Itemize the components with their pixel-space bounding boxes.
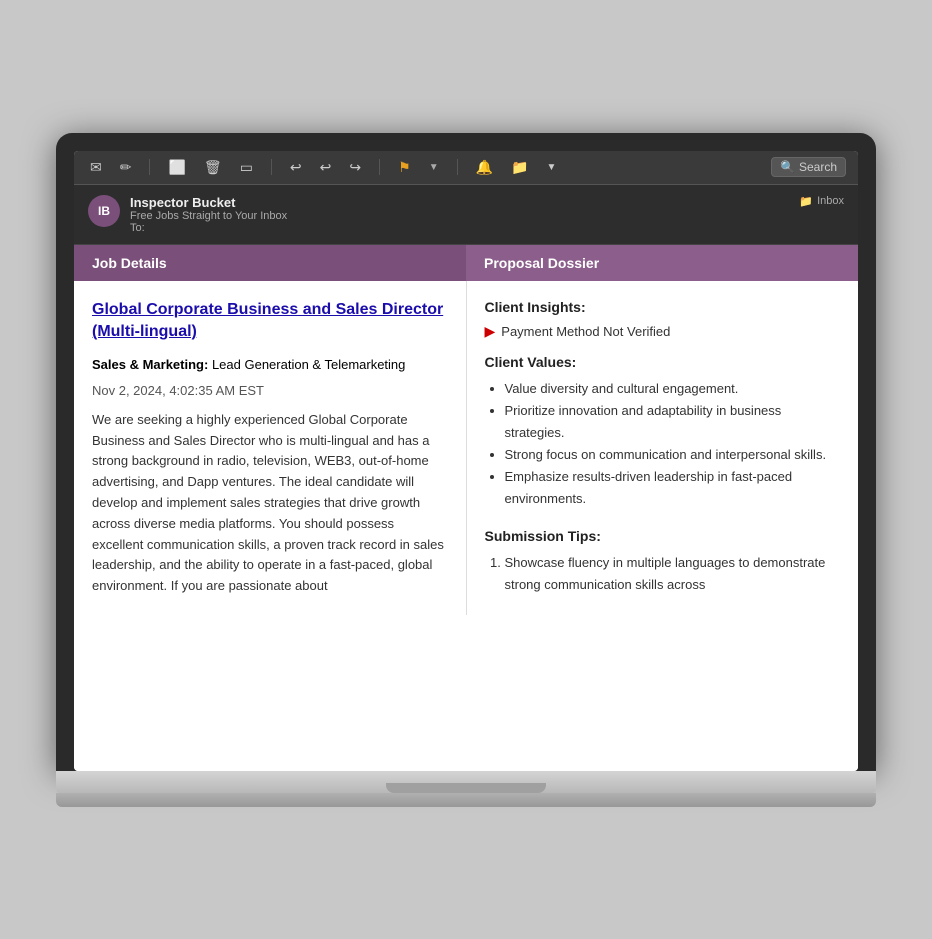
flag-icon[interactable]: ⚑	[394, 157, 415, 178]
job-category: Sales & Marketing: Lead Generation & Tel…	[92, 355, 448, 375]
payment-warning: ▶ Payment Method Not Verified	[485, 323, 841, 340]
laptop-foot	[56, 793, 876, 807]
list-item: Prioritize innovation and adaptability i…	[505, 400, 841, 444]
sender-name: Inspector Bucket	[130, 195, 287, 210]
notification-icon[interactable]: 🔔	[472, 157, 497, 178]
archive-icon[interactable]: ⬜	[164, 157, 189, 178]
proposal-column: Client Insights: ▶ Payment Method Not Ve…	[466, 281, 858, 615]
search-label: Search	[799, 160, 837, 174]
sender-to: To:	[130, 222, 287, 234]
submission-tips-section: Submission Tips: Showcase fluency in mul…	[485, 528, 841, 596]
toolbar-separator-1	[149, 159, 150, 175]
client-insights-title: Client Insights:	[485, 299, 841, 315]
sender-info: Inspector Bucket Free Jobs Straight to Y…	[130, 195, 287, 234]
folder-icon[interactable]: 📁	[507, 157, 532, 178]
laptop-base	[56, 771, 876, 793]
search-icon: 🔍	[780, 160, 795, 174]
mark-icon[interactable]: ▭	[236, 157, 257, 178]
proposal-content: Client Insights: ▶ Payment Method Not Ve…	[467, 281, 859, 615]
screen: ✉ ✏ ⬜ 🗑 ▭ ↩ ↩ ↪ ⚑ ▼ 🔔 📁 ▼ 🔍 Search	[74, 151, 858, 771]
sender-block: IB Inspector Bucket Free Jobs Straight t…	[88, 195, 287, 234]
job-category-label: Sales & Marketing:	[92, 357, 208, 372]
job-description: We are seeking a highly experienced Glob…	[92, 410, 448, 597]
flag-dropdown-icon[interactable]: ▼	[425, 160, 443, 175]
email-body[interactable]: Job Details Proposal Dossier	[74, 245, 858, 771]
email-header: IB Inspector Bucket Free Jobs Straight t…	[74, 185, 858, 245]
search-box[interactable]: 🔍 Search	[771, 157, 846, 177]
laptop-frame: ✉ ✏ ⬜ 🗑 ▭ ↩ ↩ ↪ ⚑ ▼ 🔔 📁 ▼ 🔍 Search	[56, 133, 876, 807]
list-item: Value diversity and cultural engagement.	[505, 378, 841, 400]
sender-subtitle: Free Jobs Straight to Your Inbox	[130, 210, 287, 222]
reply-all-icon[interactable]: ↩	[316, 157, 336, 178]
job-details-column: Global Corporate Business and Sales Dire…	[74, 281, 466, 615]
folder-icon-small: 📁	[799, 195, 813, 208]
job-details-content: Global Corporate Business and Sales Dire…	[74, 281, 466, 615]
list-item: Showcase fluency in multiple languages t…	[505, 552, 841, 596]
avatar: IB	[88, 195, 120, 227]
toolbar-separator-2	[271, 159, 272, 175]
client-values-title: Client Values:	[485, 354, 841, 370]
toolbar-separator-4	[457, 159, 458, 175]
payment-warning-text: Payment Method Not Verified	[501, 324, 670, 339]
edit-icon[interactable]: ✏	[116, 157, 136, 178]
toolbar-separator-3	[379, 159, 380, 175]
tips-list: Showcase fluency in multiple languages t…	[485, 552, 841, 596]
warning-icon: ▶	[485, 323, 496, 340]
screen-bezel: ✉ ✏ ⬜ 🗑 ▭ ↩ ↩ ↪ ⚑ ▼ 🔔 📁 ▼ 🔍 Search	[56, 133, 876, 771]
delete-icon[interactable]: 🗑	[200, 157, 226, 178]
email-toolbar: ✉ ✏ ⬜ 🗑 ▭ ↩ ↩ ↪ ⚑ ▼ 🔔 📁 ▼ 🔍 Search	[74, 151, 858, 185]
proposal-header: Proposal Dossier	[466, 245, 858, 281]
client-values-list: Value diversity and cultural engagement.…	[485, 378, 841, 511]
list-item: Emphasize results-driven leadership in f…	[505, 466, 841, 510]
submission-tips-title: Submission Tips:	[485, 528, 841, 544]
folder-dropdown-icon[interactable]: ▼	[542, 160, 560, 175]
forward-icon[interactable]: ↪	[345, 157, 365, 178]
list-item: Strong focus on communication and interp…	[505, 444, 841, 466]
job-details-header: Job Details	[74, 245, 466, 281]
compose-icon[interactable]: ✉	[86, 157, 106, 178]
job-date: Nov 2, 2024, 4:02:35 AM EST	[92, 383, 448, 398]
job-title-link[interactable]: Global Corporate Business and Sales Dire…	[92, 299, 448, 344]
folder-label: 📁 Inbox	[799, 195, 844, 208]
content-table: Job Details Proposal Dossier	[74, 245, 858, 615]
reply-icon[interactable]: ↩	[286, 157, 306, 178]
job-category-value: Lead Generation & Telemarketing	[212, 357, 405, 372]
folder-name: Inbox	[817, 195, 844, 207]
